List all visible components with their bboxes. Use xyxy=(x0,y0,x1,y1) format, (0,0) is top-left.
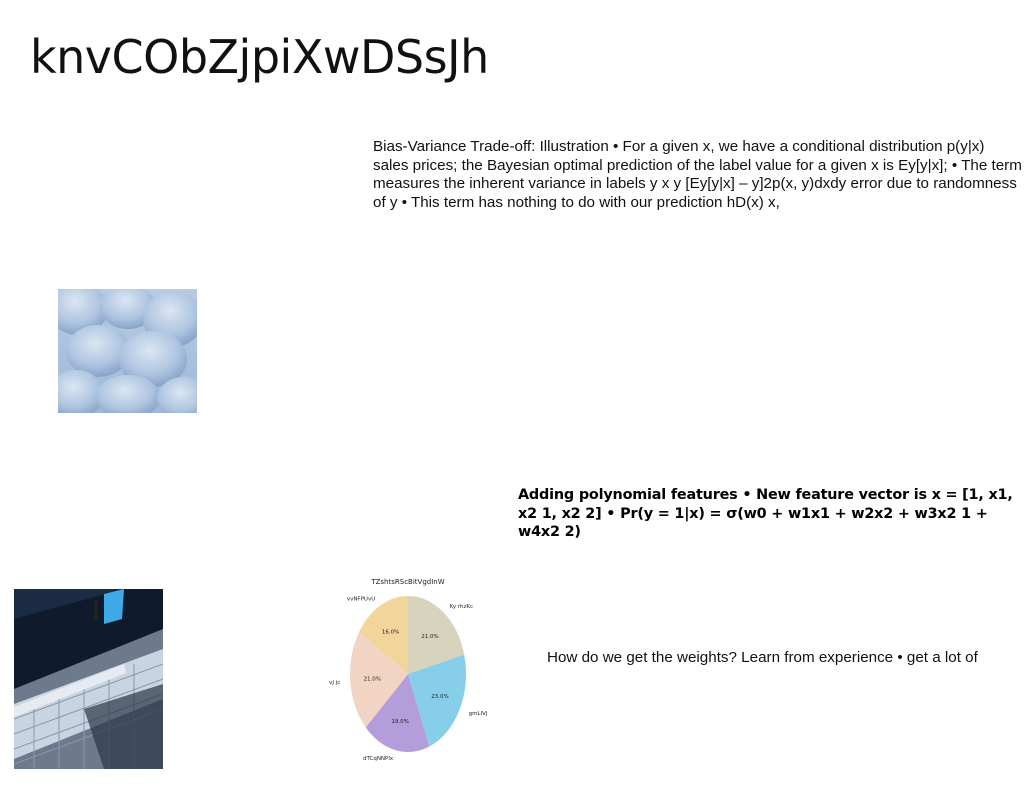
pie-category-label: Ky rhzKc xyxy=(450,604,473,610)
pie-percent-label: 23.0% xyxy=(431,694,448,700)
pie-chart: TZshtsRScBitVgdInW 21.0% Ky rhzKc 23.0% gmL… xyxy=(320,572,500,768)
pie-chart-svg: TZshtsRScBitVgdInW 21.0% Ky rhzKc 23.0% gmL… xyxy=(329,578,488,762)
pie-category-label: vJ jc xyxy=(329,680,340,686)
weights-text: How do we get the weights? Learn from ex… xyxy=(547,649,978,666)
pie-percent-label: 21.0% xyxy=(421,634,438,640)
pie-category-label: gmLIVj xyxy=(469,711,488,717)
pie-percent-label: 19.0% xyxy=(391,719,408,725)
pie-category-label: vvNFPUvU xyxy=(347,597,375,603)
stairs-shadow-image xyxy=(14,589,163,769)
chart-title: TZshtsRScBitVgdInW xyxy=(370,578,444,586)
pie-percent-label: 21.0% xyxy=(363,677,380,683)
polynomial-features-text: Adding polynomial features • New feature… xyxy=(518,487,1013,540)
pie-category-label: dTCqNNPlx xyxy=(363,756,394,762)
snow-terrain-graphic xyxy=(58,289,197,413)
snow-terrain-image xyxy=(58,289,197,413)
stairs-graphic xyxy=(14,589,163,769)
pie-percent-label: 16.0% xyxy=(382,630,399,636)
page-title: knvCObZjpiXwDSsJh xyxy=(30,30,489,84)
bias-variance-text: Bias-Variance Trade-off: Illustration • … xyxy=(373,138,1022,211)
